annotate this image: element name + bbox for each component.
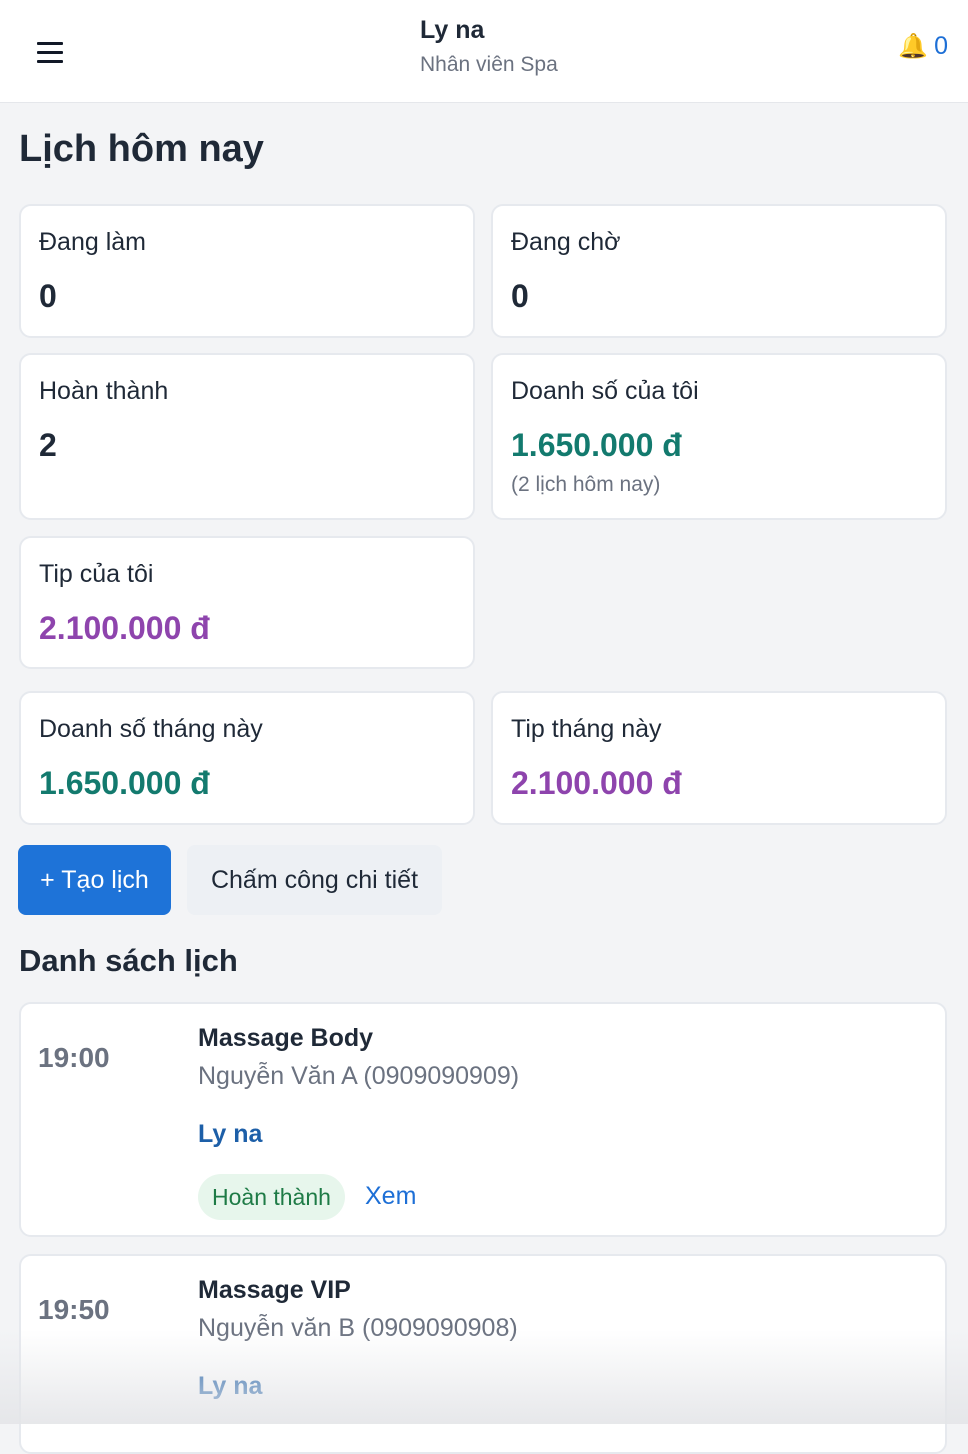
user-name: Ly na [420,16,485,44]
create-appointment-button[interactable]: + Tạo lịch [18,845,171,915]
appointment-service: Massage Body [198,1024,374,1052]
appointment-service: Massage VIP [198,1276,351,1304]
appointment-time: 19:00 [38,1042,110,1073]
stat-card-waiting: Đang chờ 0 [491,204,947,338]
stat-card-in-progress: Đang làm 0 [19,204,475,338]
stat-value: 1.650.000 đ [39,765,210,801]
appointment-staff: Ly na [198,1120,263,1148]
stat-value: 2.100.000 đ [39,610,210,646]
appointment-staff: Ly na [198,1372,263,1400]
appointment-customer: Nguyễn Văn A (0909090909) [198,1062,520,1090]
stat-card-month-tip: Tip tháng này 2.100.000 đ [491,691,947,825]
stat-label: Hoàn thành [39,377,169,405]
user-role: Nhân viên Spa [420,53,558,76]
stat-label: Tip của tôi [39,560,154,588]
view-appointment-link[interactable]: Xem [365,1182,416,1211]
status-badge: Hoàn thành [198,1174,345,1220]
appointment-list-title: Danh sách lịch [19,943,238,978]
appointment-time: 19:50 [38,1294,110,1325]
notification-button[interactable]: 🔔 0 [898,32,948,61]
stat-label: Doanh số tháng này [39,715,263,743]
stat-value: 2.100.000 đ [511,765,682,801]
user-info: Ly na Nhân viên Spa [420,16,558,77]
top-bar: Ly na Nhân viên Spa 🔔 0 [0,0,968,103]
stat-value: 1.650.000 đ [511,427,682,463]
stat-label: Tip tháng này [511,715,662,743]
stat-card-my-tip: Tip của tôi 2.100.000 đ [19,536,475,669]
stat-card-month-sales: Doanh số tháng này 1.650.000 đ [19,691,475,825]
stat-label: Đang chờ [511,228,621,256]
hamburger-menu-icon[interactable] [30,32,70,72]
notification-count: 0 [934,32,948,60]
stat-card-my-sales: Doanh số của tôi 1.650.000 đ (2 lịch hôm… [491,353,947,520]
stat-label: Doanh số của tôi [511,377,699,405]
appointment-card: 19:50 Massage VIP Nguyễn văn B (09090909… [19,1254,947,1454]
stat-card-completed: Hoàn thành 2 [19,353,475,520]
bell-icon: 🔔 [898,33,929,60]
page-title: Lịch hôm nay [19,128,264,170]
stat-value: 0 [511,278,529,314]
stat-value: 0 [39,278,57,314]
stat-value: 2 [39,427,57,463]
stat-label: Đang làm [39,228,146,256]
appointment-card: 19:00 Massage Body Nguyễn Văn A (0909090… [19,1002,947,1237]
stat-subtext: (2 lịch hôm nay) [511,473,661,496]
timesheet-detail-button[interactable]: Chấm công chi tiết [187,845,442,915]
appointment-customer: Nguyễn văn B (0909090908) [198,1314,518,1342]
